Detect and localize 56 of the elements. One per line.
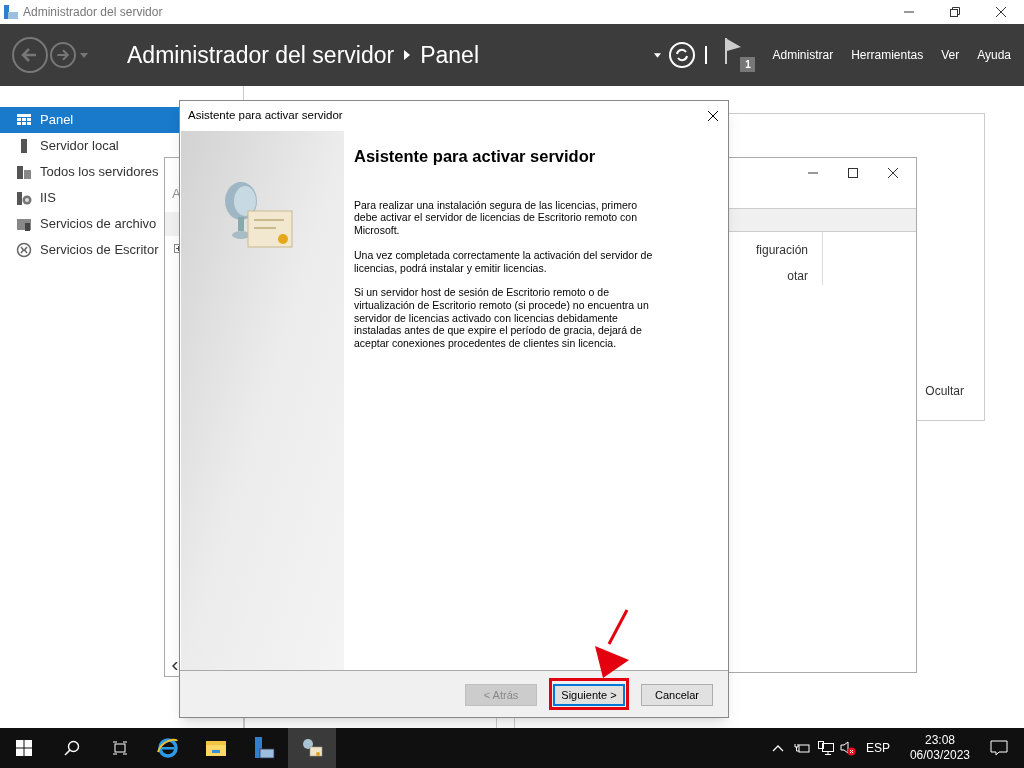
wizard-paragraph: Si un servidor host de sesión de Escritorio remoto o de virtualización de Escritorio remoto (si procede) no encuentra un servidor de licencias activado con licencias debidamente instaladas antes de que expire el período de gracia, dejará de aceptar conexiones procedentes de clientes sin licencia. [354,286,650,350]
breadcrumb-arrow-icon [404,50,411,60]
dropdown-icon [80,52,88,58]
sidebar-item[interactable]: Servidor local [0,133,243,159]
notifications-button[interactable]: 1 [725,38,756,72]
sidebar-item[interactable]: Servicios de Escritor [0,237,243,263]
language-indicator[interactable]: ESP [865,739,890,757]
close-icon [996,7,1006,17]
dialog-button[interactable]: Siguiente > [553,684,625,707]
wizard-paragraph: Para realizar una instalación segura de las licencias, primero debe activar el servidor de licencias de Escritorio remoto con Microsoft. [354,198,639,237]
search-icon [64,740,80,756]
forward-button[interactable] [50,42,76,68]
server-manager-icon [3,4,19,20]
dialog-button[interactable]: Cancelar [641,684,713,707]
wizard-paragraph: Una vez completada correctamente la activación del servidor de licencias, podrá instalar y emitir licencias. [354,248,654,275]
refresh-icon [675,48,690,62]
volume-muted-icon [839,740,856,756]
refresh-button[interactable] [669,42,696,68]
notification-icon [990,740,1008,756]
breadcrumb-root: Administrador del servidor [127,40,395,70]
menu-item[interactable]: Herramientas [842,46,933,64]
back-button[interactable] [12,37,48,73]
browser-icon [156,736,180,760]
close-icon [708,111,718,121]
restore-icon [950,7,960,17]
maximize-icon [848,168,858,178]
server-globe-icon [16,190,32,206]
power-icon [793,741,810,755]
menu-item[interactable]: Administrar [763,46,843,64]
server-manager-icon [252,736,276,760]
license-app-icon [300,736,324,760]
hide-button[interactable]: Ocultar [925,382,964,400]
notification-count: 1 [740,57,756,72]
clock-time: 23:08 [924,733,955,748]
servers-icon [16,164,32,180]
window-title: Administrador del servidor [23,4,163,21]
close-icon [888,168,898,178]
scroll-left-icon [172,662,178,670]
remote-icon [16,242,32,258]
task-view-icon [112,741,128,755]
dropdown-icon [654,52,662,58]
clock[interactable]: 23:08 06/03/2023 [909,733,970,763]
windows-icon [16,740,32,756]
grid-icon [16,112,32,128]
menu-item[interactable]: Ayuda [968,46,1020,64]
clock-date: 06/03/2023 [909,748,970,763]
sidebar-item[interactable]: Servicios de archivo [0,211,243,237]
menu-item[interactable]: Ver [932,46,969,64]
breadcrumb-current: Panel [420,40,479,70]
chevron-up-icon [771,744,784,752]
wizard-heading: Asistente para activar servidor [354,146,597,167]
taskbar-app[interactable] [288,728,336,768]
forward-arrow-icon [55,47,71,63]
sidebar-item[interactable]: Todos los servidores [0,159,243,185]
network-icon [817,741,834,755]
folder-server-icon [16,216,32,232]
